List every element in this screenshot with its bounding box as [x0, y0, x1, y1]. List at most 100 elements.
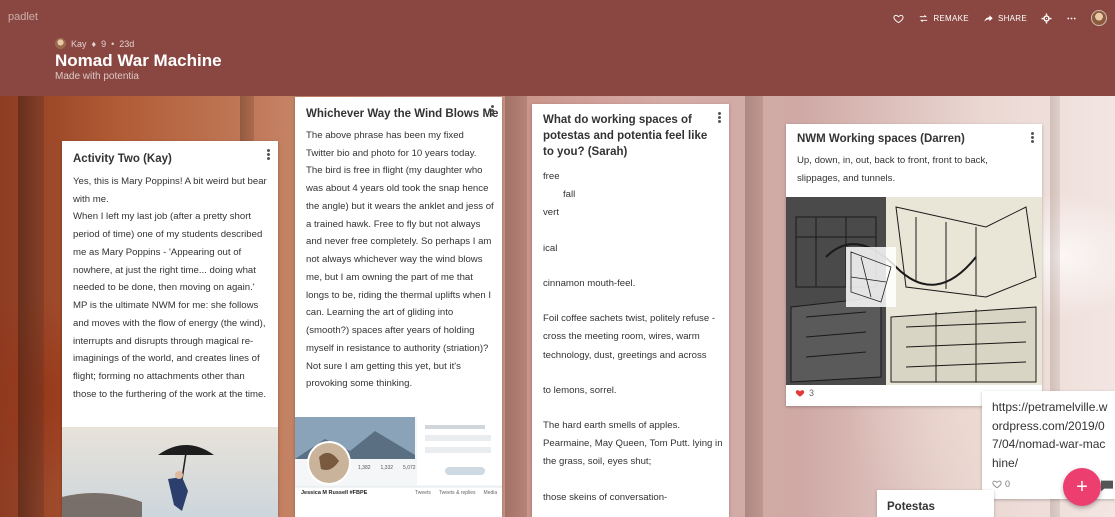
heart-icon: [893, 14, 904, 23]
poem-line: [543, 258, 723, 275]
tree-trunk: [18, 96, 44, 517]
heart-outline-icon: [992, 480, 1002, 489]
twitter-profile-screenshot[interactable]: 1,382 1,332 5,072 Jessica M Russell #FBP…: [295, 417, 502, 517]
plus-icon: +: [1076, 475, 1088, 498]
padlet-meta: Kay ♦ 9 • 23d: [55, 38, 134, 49]
post-title: What do working spaces of potestas and p…: [543, 114, 708, 159]
post-likes[interactable]: 3: [795, 388, 814, 398]
post-card-nwm-darren[interactable]: NWM Working spaces (Darren) Up, down, in…: [786, 124, 1042, 406]
tree-trunk: [745, 96, 763, 517]
poem-line: vert: [543, 207, 559, 219]
twitter-tabs: Tweets Tweets & replies Media: [415, 490, 497, 496]
poem-body: free fall vert ical cinnamon mouth-feel.…: [543, 168, 723, 507]
author-avatar[interactable]: [55, 38, 66, 49]
padlet-header: padlet REMAKE SHARE Kay ♦ 9 • 23d Nomad …: [0, 0, 1115, 96]
poem-line: fall: [563, 189, 576, 201]
followers-count: 5,072: [403, 465, 416, 471]
kebab-dot: [717, 116, 721, 119]
share-arrow-icon: [984, 14, 993, 22]
settings-button[interactable]: [1041, 12, 1052, 24]
kebab-dot: [1030, 136, 1034, 139]
kebab-dot: [490, 113, 494, 116]
heart-icon: [795, 390, 805, 397]
poem-line: Foil coffee sachets twist, politely refu…: [543, 313, 716, 343]
remake-button[interactable]: REMAKE: [918, 13, 969, 24]
following-count: 1,332: [380, 465, 394, 471]
kebab-dot: [717, 112, 721, 115]
post-menu-button[interactable]: [1029, 131, 1035, 145]
post-paragraph: Yes, this is Mary Poppins! A bit weird b…: [73, 176, 267, 205]
likes-heart-icon: ♦: [91, 38, 97, 49]
padlet-title: Nomad War Machine: [55, 51, 222, 70]
padlet-age: 23d: [119, 38, 135, 49]
mary-poppins-image[interactable]: [62, 427, 278, 517]
tree-trunk: [505, 96, 527, 517]
remake-label: REMAKE: [933, 13, 969, 23]
kebab-dot: [266, 149, 270, 152]
share-button[interactable]: SHARE: [983, 13, 1027, 24]
poem-line: [543, 293, 723, 310]
twitter-tab: Media: [483, 490, 498, 496]
padlet-subtitle: Made with potentia: [55, 71, 139, 82]
chat-icon[interactable]: [1099, 478, 1115, 494]
kebab-dot: [490, 109, 494, 112]
kebab-dot: [1030, 140, 1034, 143]
post-card-activity-two[interactable]: Activity Two (Kay) Yes, this is Mary Pop…: [62, 141, 278, 517]
poem-line: ical: [543, 242, 558, 254]
post-menu-button[interactable]: [489, 104, 495, 118]
more-dots-icon: [1067, 17, 1076, 19]
post-title: Potestas: [887, 501, 935, 513]
poem-line: technology, dust, greetings and across: [543, 349, 707, 361]
post-comments[interactable]: 0: [992, 479, 1010, 489]
architectural-sketch-image[interactable]: [786, 197, 1042, 385]
kebab-dot: [490, 105, 494, 108]
kebab-dot: [266, 157, 270, 160]
post-paragraph: When I left my last job (after a pretty …: [73, 211, 267, 400]
twitter-stats: 1,382 1,332 5,072: [358, 465, 416, 471]
padlet-logo[interactable]: padlet: [8, 11, 38, 23]
add-post-button[interactable]: +: [1063, 468, 1101, 506]
twitter-profile-name: Jessica M Russell #FBPE: [301, 490, 368, 496]
like-button[interactable]: [893, 13, 904, 24]
sketch-collage: [786, 197, 1042, 385]
twitter-tab: Tweets & replies: [438, 490, 476, 496]
user-avatar[interactable]: [1091, 10, 1107, 26]
poem-line: [543, 400, 723, 417]
poem-line: those skeins of conversation-: [543, 491, 668, 503]
gear-icon: [1041, 12, 1052, 24]
remake-icon: [920, 14, 928, 22]
tweets-count: 1,382: [358, 465, 371, 471]
post-title: NWM Working spaces (Darren): [797, 133, 965, 145]
post-title: Activity Two (Kay): [73, 153, 172, 165]
post-body: The above phrase has been my fixed Twitt…: [306, 127, 494, 393]
header-actions: REMAKE SHARE: [893, 9, 1107, 27]
mary-poppins-illustration: [62, 427, 278, 517]
post-title: Whichever Way the Wind Blows Me: [306, 108, 499, 120]
kebab-dot: [1030, 132, 1034, 135]
post-card-potestas[interactable]: Potestas: [877, 490, 994, 517]
poem-line: cinnamon mouth-feel.: [543, 277, 636, 289]
poem-line: to lemons, sorrel.: [543, 384, 617, 396]
twitter-tab: Tweets: [415, 490, 431, 496]
post-card-whichever-way[interactable]: Whichever Way the Wind Blows Me The abov…: [295, 97, 502, 517]
post-paragraph: Up, down, in, out, back to front, front …: [797, 155, 988, 184]
comments-count: 0: [1005, 479, 1011, 489]
more-button[interactable]: [1066, 13, 1077, 24]
link-url[interactable]: https://petramelville.wordpress.com/2019…: [992, 398, 1112, 472]
share-label: SHARE: [997, 13, 1027, 23]
meta-separator: •: [111, 38, 115, 49]
poem-line: free: [543, 171, 560, 182]
author-name[interactable]: Kay: [71, 39, 87, 49]
post-card-working-spaces[interactable]: What do working spaces of potestas and p…: [532, 104, 729, 517]
likes-count: 3: [809, 388, 815, 398]
likes-count: 9: [101, 38, 107, 49]
post-menu-button[interactable]: [716, 111, 722, 125]
poem-line: [543, 223, 723, 240]
post-menu-button[interactable]: [265, 148, 271, 162]
kebab-dot: [717, 120, 721, 123]
post-paragraph: The above phrase has been my fixed Twitt…: [306, 130, 494, 390]
poem-line: The hard earth smells of apples. Pearmai…: [543, 419, 723, 468]
post-body: Yes, this is Mary Poppins! A bit weird b…: [73, 173, 269, 404]
post-body: Up, down, in, out, back to front, front …: [797, 152, 1033, 187]
kebab-dot: [266, 153, 270, 156]
